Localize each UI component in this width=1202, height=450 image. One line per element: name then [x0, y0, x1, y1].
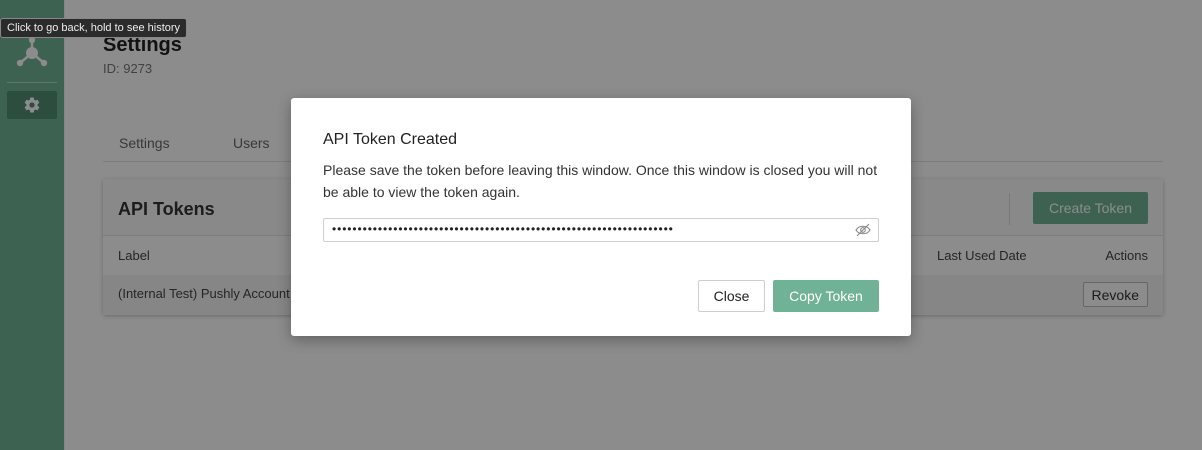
close-button[interactable]: Close	[698, 280, 765, 312]
copy-token-button[interactable]: Copy Token	[773, 280, 879, 312]
back-button-tooltip: Click to go back, hold to see history	[0, 18, 188, 38]
api-token-created-dialog: API Token Created Please save the token …	[291, 98, 911, 336]
token-field[interactable]: ••••••••••••••••••••••••••••••••••••••••…	[323, 218, 879, 242]
eye-slash-icon[interactable]	[855, 223, 871, 237]
dialog-title: API Token Created	[323, 131, 458, 148]
token-value-masked[interactable]: ••••••••••••••••••••••••••••••••••••••••…	[332, 222, 852, 236]
dialog-message: Please save the token before leaving thi…	[323, 162, 878, 200]
